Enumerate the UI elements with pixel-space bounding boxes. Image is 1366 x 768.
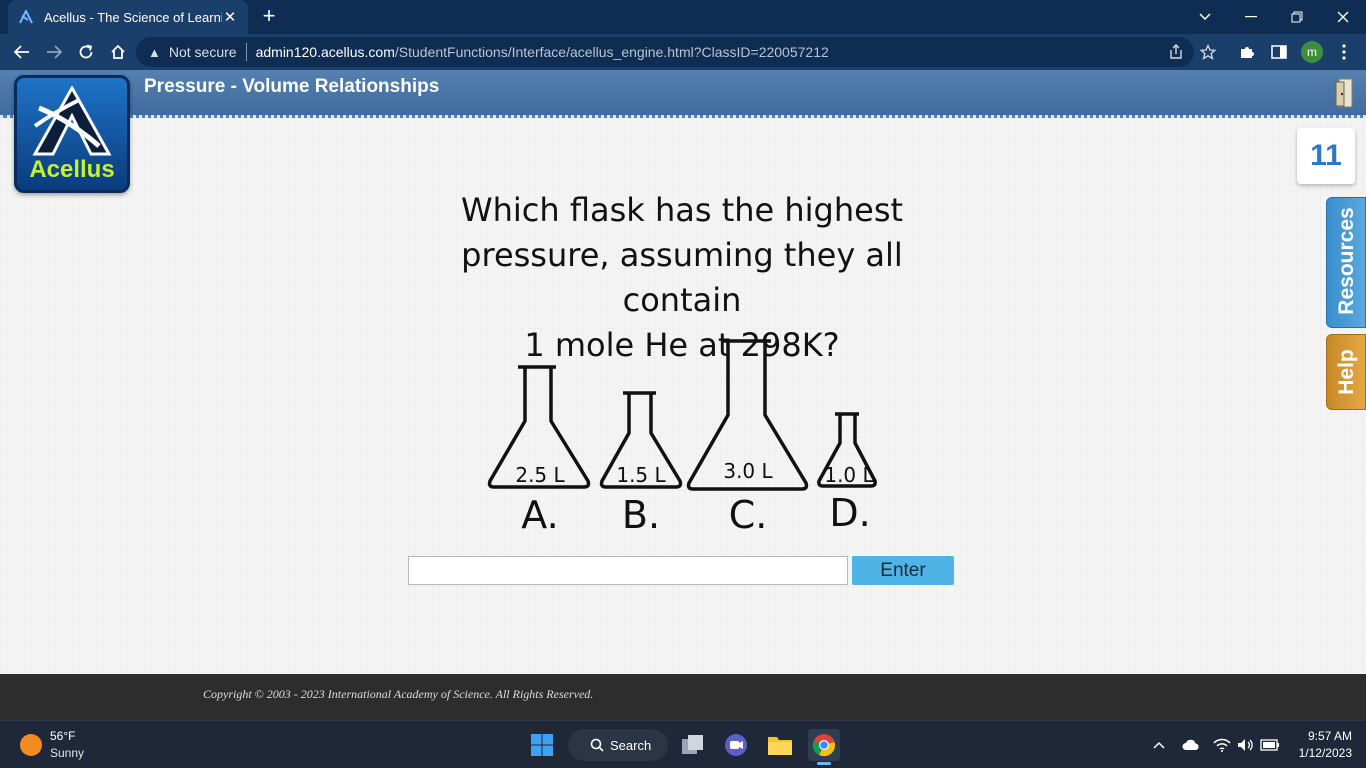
question-line-1: Which flask has the highest xyxy=(460,191,904,229)
share-icon[interactable] xyxy=(1166,42,1186,62)
url-path: /StudentFunctions/Interface/acellus_engi… xyxy=(394,44,829,60)
answer-input[interactable] xyxy=(408,556,848,585)
question-counter: 11 xyxy=(1297,128,1355,184)
resources-tab-label: Resources xyxy=(1335,207,1358,315)
new-tab-button[interactable]: + xyxy=(258,5,280,28)
kebab-menu-icon[interactable] xyxy=(1334,42,1354,62)
lesson-title: Pressure - Volume Relationships xyxy=(144,76,440,97)
url-host: admin120.acellus.com xyxy=(255,44,395,60)
weather-temperature[interactable]: 56°F xyxy=(50,729,75,743)
acellus-logo: Acellus xyxy=(14,75,130,193)
extensions-puzzle-icon[interactable] xyxy=(1237,42,1257,62)
profile-avatar[interactable]: m xyxy=(1301,41,1323,63)
help-tab[interactable]: Help xyxy=(1326,334,1366,410)
help-tab-label: Help xyxy=(1335,349,1358,395)
home-icon[interactable] xyxy=(104,40,132,64)
resources-tab[interactable]: Resources xyxy=(1326,197,1366,328)
flask-c-letter: C. xyxy=(729,493,768,537)
address-bar[interactable]: ▲ Not secure admin120.acellus.com/Studen… xyxy=(136,37,1194,67)
windows-taskbar: 56°F Sunny Search 9:57 AM 1/12/2023 xyxy=(0,720,1366,768)
not-secure-label[interactable]: Not secure xyxy=(169,44,237,60)
acellus-a-logo-icon xyxy=(32,86,112,156)
flask-d-letter: D. xyxy=(829,491,870,535)
reload-icon[interactable] xyxy=(72,40,100,64)
file-explorer-icon[interactable] xyxy=(764,729,796,761)
page-footer: Copyright © 2003 - 2023 International Ac… xyxy=(0,674,1366,720)
sun-weather-icon[interactable] xyxy=(20,734,42,756)
search-icon xyxy=(590,738,604,752)
teams-chat-icon[interactable] xyxy=(720,729,752,761)
weather-condition[interactable]: Sunny xyxy=(50,746,84,760)
acellus-favicon-icon xyxy=(18,9,34,25)
minimize-button[interactable] xyxy=(1228,0,1274,34)
enter-button[interactable]: Enter xyxy=(852,556,954,585)
back-arrow-icon[interactable] xyxy=(8,40,36,64)
tab-close-icon[interactable]: ✕ xyxy=(222,9,238,26)
show-hidden-icons-chevron-icon[interactable] xyxy=(1149,735,1169,755)
browser-tab-acellus[interactable]: Acellus - The Science of Learning ✕ xyxy=(8,0,248,34)
browser-toolbar: ▲ Not secure admin120.acellus.com/Studen… xyxy=(0,34,1366,70)
restore-button[interactable] xyxy=(1274,0,1320,34)
exit-door-icon[interactable] xyxy=(1334,78,1354,108)
logo-text: Acellus xyxy=(29,156,115,183)
tab-search-chevron-icon[interactable] xyxy=(1182,0,1228,34)
flask-a-letter: A. xyxy=(521,493,558,537)
question-line-2: pressure, assuming they all contain xyxy=(461,236,903,319)
search-label: Search xyxy=(610,737,652,753)
volume-speaker-icon[interactable] xyxy=(1236,735,1256,755)
omnibox-divider xyxy=(245,43,247,61)
flask-diagram: 2.5 L 1.5 L 3.0 L 1.0 L A. B. C. D. xyxy=(480,335,890,537)
acellus-page: Pressure - Volume Relationships Acellus … xyxy=(0,70,1366,674)
flask-a-volume: 2.5 L xyxy=(515,463,565,487)
copyright-text: Copyright © 2003 - 2023 International Ac… xyxy=(203,687,594,701)
flask-c-volume: 3.0 L xyxy=(723,459,773,483)
flask-b-letter: B. xyxy=(622,493,660,537)
side-panel-icon[interactable] xyxy=(1269,42,1289,62)
taskbar-search[interactable]: Search xyxy=(568,729,668,761)
windows-start-icon[interactable] xyxy=(526,729,558,761)
tab-title: Acellus - The Science of Learning xyxy=(44,9,222,25)
flask-d-volume: 1.0 L xyxy=(824,463,874,487)
onedrive-cloud-icon[interactable] xyxy=(1181,735,1201,755)
chrome-taskbar-icon[interactable] xyxy=(808,729,840,765)
battery-icon[interactable] xyxy=(1260,735,1280,755)
warning-icon[interactable]: ▲ xyxy=(148,45,161,60)
close-window-button[interactable] xyxy=(1320,0,1366,34)
task-view-icon[interactable] xyxy=(677,729,709,761)
lesson-header: Pressure - Volume Relationships xyxy=(0,70,1366,118)
browser-tab-strip: Acellus - The Science of Learning ✕ + xyxy=(0,0,1366,34)
flask-b-volume: 1.5 L xyxy=(616,463,666,487)
clock-time[interactable]: 9:57 AM xyxy=(1296,729,1352,743)
clock-date[interactable]: 1/12/2023 xyxy=(1290,746,1352,760)
forward-arrow-icon[interactable] xyxy=(40,40,68,64)
wifi-icon[interactable] xyxy=(1212,735,1232,755)
bookmark-star-icon[interactable] xyxy=(1198,42,1218,62)
